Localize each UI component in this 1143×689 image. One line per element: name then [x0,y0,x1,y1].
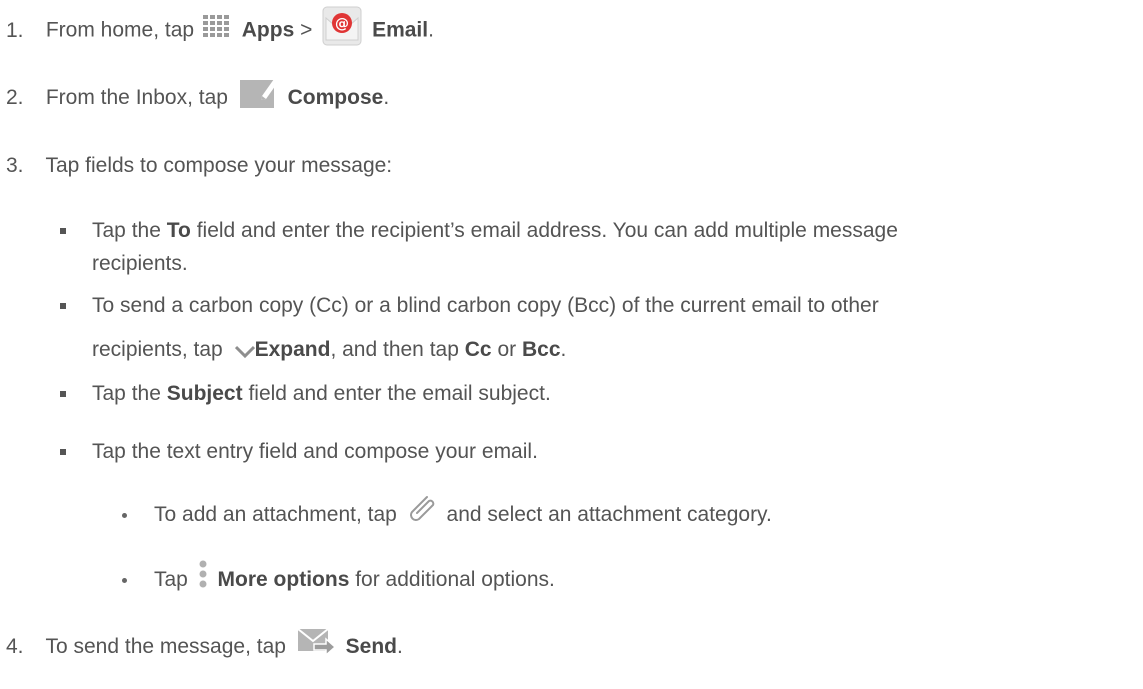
bullet-text: field and enter the email subject. [248,382,551,405]
bullet-text: To add an attachment, tap [154,503,397,526]
step-number: 3. [6,154,24,177]
bullet-text-entry: Tap the text entry field and compose you… [92,439,538,465]
subbullet-attach: To add an attachment, tap and select an … [154,496,772,528]
sub-bullet-marker [122,513,127,518]
step-number: 4. [6,635,24,658]
step-number: 1. [6,18,24,42]
step-text: From home, tap [45,18,195,42]
more-options-icon [196,559,210,591]
to-label: To [166,219,191,242]
bullet-text: Tap the [92,382,161,405]
step-text: Tap fields to compose your message: [45,154,393,177]
subject-label: Subject [166,382,243,405]
bullet-to: Tap the To field and enter the recipient… [92,218,898,244]
subbullet-more: Tap More options for additional options. [154,560,555,593]
bullet-text: To send a carbon copy (Cc) or a blind ca… [92,294,879,317]
chevron-down-icon [234,340,255,359]
svg-text:@: @ [335,16,349,32]
bullet-marker [60,303,66,309]
step-2: 2. From the Inbox, tap Compose. [6,79,390,111]
more-options-label: More options [217,568,350,591]
bullet-text: Tap the text entry field and compose you… [92,440,538,463]
separator: > [300,18,313,42]
bullet-text: Tap the [92,219,161,242]
apps-label: Apps [241,18,295,42]
bullet-cc-line2: recipients, tap Expand, and then tap Cc … [92,337,566,363]
bullet-text: and select an attachment category. [446,503,772,526]
send-label: Send [345,635,397,658]
bullet-to-line2: recipients. [92,251,188,277]
compose-icon [238,76,278,110]
apps-grid-icon [202,14,234,40]
bcc-label: Bcc [521,338,561,361]
bullet-cc: To send a carbon copy (Cc) or a blind ca… [92,293,879,319]
punct: . [560,338,567,361]
email-label: Email [372,18,429,42]
email-app-icon: @ [322,6,362,46]
step-text: To send the message, tap [45,635,286,658]
bullet-text: field and enter the recipient’s email ad… [196,219,898,242]
expand-label: Expand [254,338,331,361]
step-number: 2. [6,86,24,109]
bullet-text: , and then tap [330,338,459,361]
cc-label: Cc [464,338,492,361]
send-icon [296,626,336,658]
step-4: 4. To send the message, tap Send. [6,628,403,660]
bullet-text: recipients. [92,252,188,275]
compose-label: Compose [287,86,384,109]
bullet-text: Tap [154,568,188,591]
bullet-marker [60,391,66,397]
step-1: 1. From home, tap Apps > @ Email. [6,6,434,46]
sub-bullet-marker [122,578,127,583]
bullet-marker [60,228,66,234]
bullet-text: recipients, tap [92,338,223,361]
step-3: 3. Tap fields to compose your message: [6,153,392,179]
punct: . [428,18,434,42]
bullet-text: for additional options. [355,568,555,591]
step-text: From the Inbox, tap [45,86,228,109]
paperclip-icon [405,491,439,527]
bullet-text: or [497,338,517,361]
punct: . [383,86,390,109]
bullet-marker [60,449,66,455]
bullet-subject: Tap the Subject field and enter the emai… [92,381,551,407]
punct: . [397,635,403,658]
